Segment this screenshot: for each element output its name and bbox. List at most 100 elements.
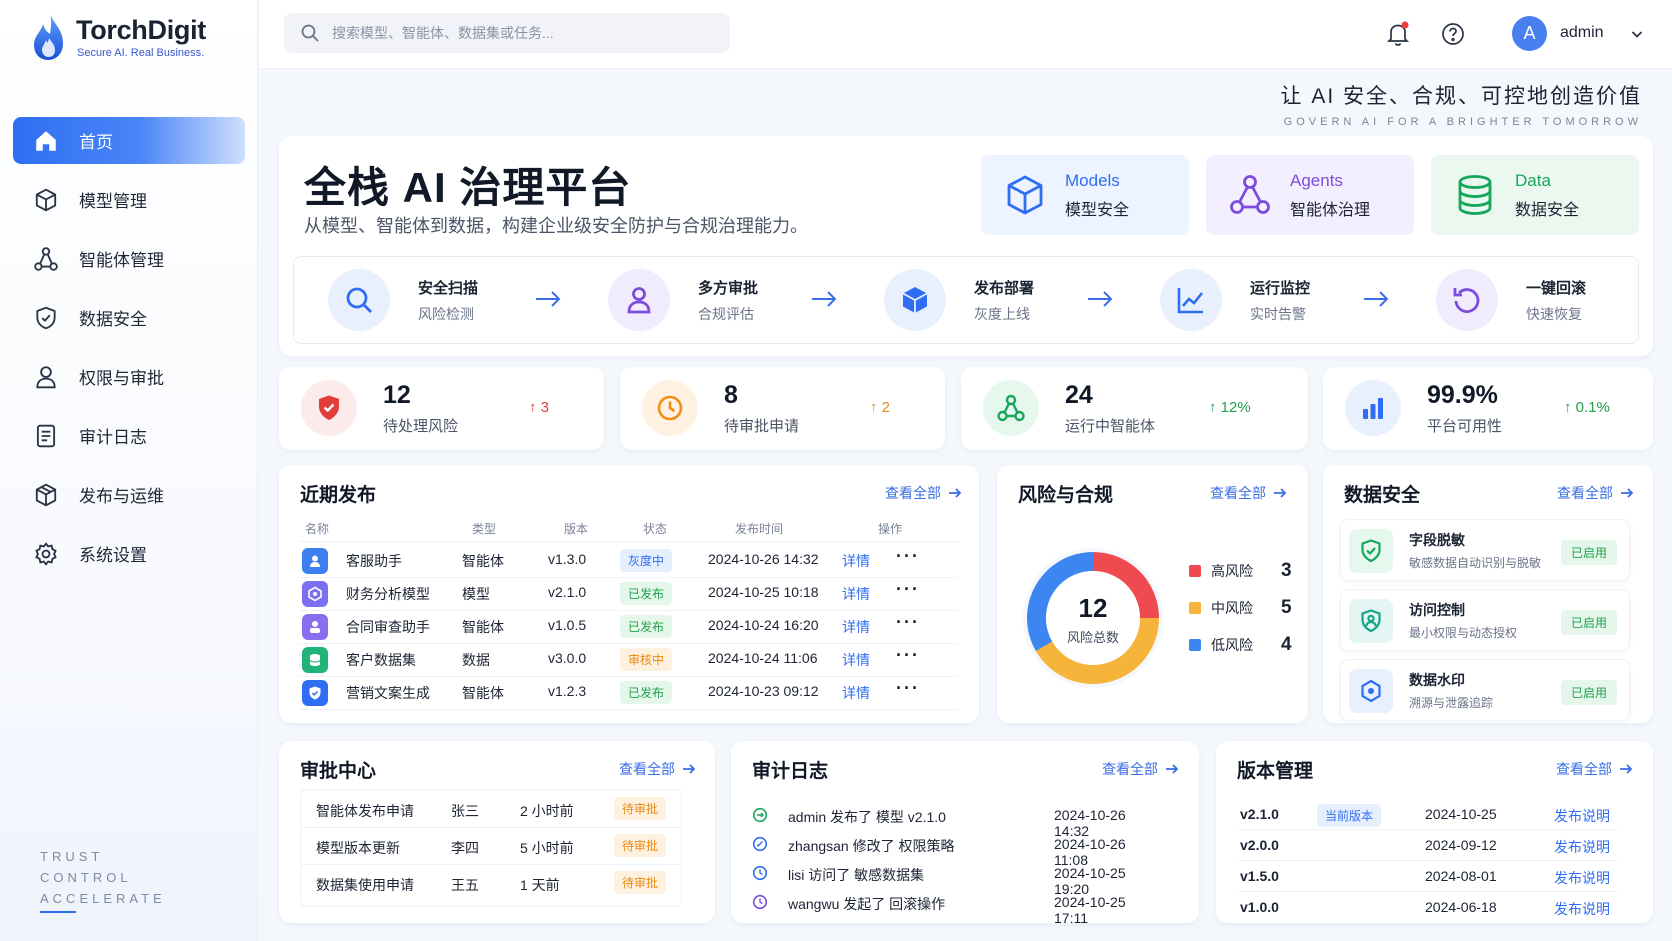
ds-subtitle: 溯源与泄露追踪: [1409, 696, 1494, 710]
slogan-en: GOVERN AI FOR A BRIGHTER TOMORROW: [1283, 116, 1642, 128]
more-icon[interactable]: ···: [896, 612, 920, 633]
detail-link[interactable]: 详情: [842, 551, 870, 571]
tile-title: Data: [1515, 170, 1551, 190]
step-deploy[interactable]: 发布部署 灰度上线: [884, 269, 1034, 331]
approval-user: 王五: [451, 877, 479, 893]
arrow-right-icon: [536, 291, 561, 307]
step-approval[interactable]: 多方审批 合规评估: [608, 269, 758, 331]
view-all-link[interactable]: 查看全部: [1556, 759, 1634, 779]
arrow-right-icon: [949, 488, 962, 498]
stat-value: 12: [383, 381, 411, 409]
ds-item-watermark[interactable]: 数据水印 溯源与泄露追踪 已启用: [1340, 659, 1630, 721]
table-row[interactable]: v1.0.0 2024-06-18 发布说明: [1237, 891, 1617, 923]
sidebar-item-models[interactable]: 模型管理: [13, 176, 245, 223]
slogan: 让 AI 安全、合规、可控地创造价值 GOVERN AI FOR A BRIGH…: [1280, 80, 1642, 128]
table-row[interactable]: v1.5.0 2024-08-01 发布说明: [1237, 860, 1617, 892]
list-item[interactable]: wangwu 发起了 回滚操作 2024-10-25 17:11: [752, 891, 1162, 926]
shield-icon: [36, 306, 56, 329]
version-number: v2.0.0: [1240, 837, 1279, 853]
list-item[interactable]: 模型版本更新 李四 5 小时前 待审批: [300, 828, 682, 865]
more-icon[interactable]: ···: [896, 678, 920, 699]
view-all-link[interactable]: 查看全部: [1102, 759, 1180, 779]
list-item[interactable]: zhangsan 修改了 权限策略 2024-10-26 11:08: [752, 833, 1162, 868]
search-input[interactable]: 搜索模型、智能体、数据集或任务...: [284, 13, 730, 53]
table-row[interactable]: v2.1.0 当前版本 2024-10-25 发布说明: [1237, 798, 1617, 830]
cell-name: 客服助手: [346, 553, 402, 569]
ds-item-access-control[interactable]: 访问控制 最小权限与动态授权 已启用: [1340, 589, 1630, 651]
help-icon[interactable]: [1440, 21, 1466, 47]
stat-card-approvals[interactable]: 8 待审批申请 ↑ 2: [620, 367, 945, 450]
more-icon[interactable]: ···: [896, 579, 920, 600]
sidebar-item-settings[interactable]: 系统设置: [13, 530, 245, 577]
status-badge: 已发布: [620, 615, 673, 638]
shield-check-icon: [1361, 539, 1381, 563]
detail-link[interactable]: 详情: [842, 650, 870, 670]
approval-name: 数据集使用申请: [316, 877, 414, 893]
table-row[interactable]: 财务分析模型 模型 v2.1.0 已发布 2024-10-25 10:18 详情 ···: [300, 576, 958, 611]
cell-name: 合同审查助手: [346, 619, 430, 635]
release-notes-link[interactable]: 发布说明: [1554, 868, 1610, 888]
chevron-down-icon[interactable]: [1630, 27, 1644, 41]
ds-subtitle: 敏感数据自动识别与脱敏: [1409, 556, 1542, 570]
stat-label: 待审批申请: [724, 418, 800, 435]
sidebar-item-agents[interactable]: 智能体管理: [13, 235, 245, 282]
bell-icon[interactable]: [1385, 21, 1411, 47]
stat-label: 平台可用性: [1427, 418, 1503, 435]
topbar: 搜索模型、智能体、数据集或任务... A admin: [259, 0, 1672, 69]
list-item[interactable]: admin 发布了 模型 v2.1.0 2024-10-26 14:32: [752, 804, 1162, 839]
cell-version: v3.0.0: [548, 650, 587, 666]
view-all-link[interactable]: 查看全部: [1557, 483, 1635, 503]
step-title: 一键回滚: [1526, 279, 1587, 297]
table-row[interactable]: 客户数据集 数据 v3.0.0 审核中 2024-10-24 11:06 详情 ···: [300, 642, 958, 677]
username[interactable]: admin: [1560, 24, 1604, 42]
ds-item-masking[interactable]: 字段脱敏 敏感数据自动识别与脱敏 已启用: [1340, 519, 1630, 581]
stat-card-availability[interactable]: 99.9% 平台可用性 ↑ 0.1%: [1323, 367, 1653, 450]
release-notes-link[interactable]: 发布说明: [1554, 837, 1610, 857]
step-monitor[interactable]: 运行监控 实时告警: [1160, 269, 1310, 331]
table-row[interactable]: 营销文案生成 智能体 v1.2.3 已发布 2024-10-23 09:12 详情 ···: [300, 675, 958, 710]
clock-icon: [752, 865, 768, 881]
view-all-link[interactable]: 查看全部: [1210, 483, 1288, 503]
database-icon: [1458, 175, 1492, 215]
view-all-link[interactable]: 查看全部: [885, 483, 963, 503]
detail-link[interactable]: 详情: [842, 617, 870, 637]
stat-change: ↑ 2: [870, 399, 891, 416]
home-icon: [36, 130, 56, 151]
list-item[interactable]: 数据集使用申请 王五 1 天前 待审批: [300, 865, 682, 902]
sidebar-item-audit[interactable]: 审计日志: [13, 412, 245, 459]
detail-link[interactable]: 详情: [842, 584, 870, 604]
more-icon[interactable]: ···: [896, 546, 920, 567]
step-security-scan[interactable]: 安全扫描 风险检测: [328, 269, 478, 331]
agent-network-icon: [34, 246, 58, 271]
release-notes-link[interactable]: 发布说明: [1554, 806, 1610, 826]
ds-title: 访问控制: [1409, 602, 1465, 618]
step-rollback[interactable]: 一键回滚 快速恢复: [1436, 269, 1586, 331]
audit-log-card: 审计日志 查看全部 admin 发布了 模型 v2.1.0 2024-10-26 …: [731, 741, 1199, 926]
table-row[interactable]: 合同审查助手 智能体 v1.0.5 已发布 2024-10-24 16:20 详情 ···: [300, 609, 958, 644]
logo[interactable]: TorchDigit Secure AI. Real Business.: [30, 12, 206, 62]
view-all-link[interactable]: 查看全部: [619, 759, 697, 779]
column-header: 发布时间: [735, 522, 784, 536]
tile-agents[interactable]: Agents 智能体治理: [1206, 155, 1414, 235]
list-item[interactable]: lisi 访问了 敏感数据集 2024-10-25 19:20: [752, 862, 1162, 897]
release-notes-link[interactable]: 发布说明: [1554, 899, 1610, 919]
tile-data[interactable]: Data 数据安全: [1431, 155, 1639, 235]
table-row[interactable]: v2.0.0 2024-09-12 发布说明: [1237, 829, 1617, 861]
list-item[interactable]: 智能体发布申请 张三 2 小时前 待审批: [300, 791, 682, 828]
more-icon[interactable]: ···: [896, 645, 920, 666]
avatar[interactable]: A: [1512, 16, 1547, 51]
cell-version: v1.2.3: [548, 683, 587, 699]
log-text: lisi 访问了 敏感数据集: [788, 867, 925, 883]
stat-card-agents[interactable]: 24 运行中智能体 ↑ 12%: [961, 367, 1308, 450]
tile-models[interactable]: Models 模型安全: [981, 155, 1189, 235]
stat-card-risks[interactable]: 12 待处理风险 ↑ 3: [279, 367, 604, 450]
section-title: 版本管理: [1237, 761, 1314, 782]
sidebar-item-release-ops[interactable]: 发布与运维: [13, 471, 245, 518]
stat-label: 待处理风险: [383, 418, 459, 435]
sidebar-item-data-security[interactable]: 数据安全: [13, 294, 245, 341]
recent-releases-card: 近期发布 查看全部 名称 类型 版本 状态 发布时间 操作 客服助手 智能体 v1.…: [279, 465, 979, 723]
sidebar-item-home[interactable]: 首页: [13, 117, 245, 164]
detail-link[interactable]: 详情: [842, 683, 870, 703]
table-row[interactable]: 客服助手 智能体 v1.3.0 灰度中 2024-10-26 14:32 详情 ···: [300, 543, 958, 578]
sidebar-item-permissions[interactable]: 权限与审批: [13, 353, 245, 400]
